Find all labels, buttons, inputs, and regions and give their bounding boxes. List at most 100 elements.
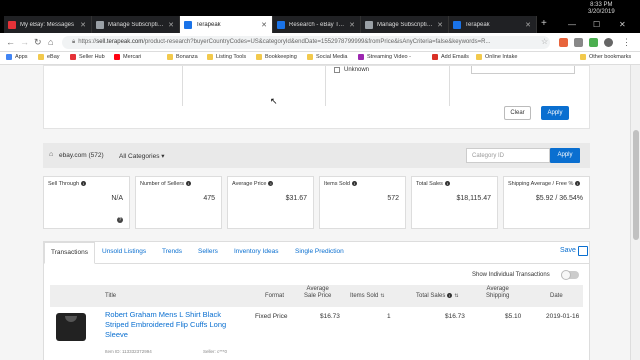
tab-sellers[interactable]: Sellers: [198, 248, 218, 255]
col-total-sales[interactable]: Total Sales i ⇅: [416, 293, 459, 300]
page-scrollbar[interactable]: [630, 65, 640, 360]
close-tab-icon[interactable]: ✕: [261, 21, 267, 29]
bookmark-label: Bonanza: [176, 54, 198, 60]
close-tab-icon[interactable]: ✕: [349, 21, 355, 29]
seller-hub-icon: [70, 54, 76, 60]
table-header: Title Format Average Sale Price Items So…: [50, 285, 583, 307]
address-bar[interactable]: 🔒︎ https://sell.terapeak.com/product-rese…: [62, 36, 550, 49]
apply-filters-button[interactable]: Apply: [541, 106, 569, 120]
col-items-sold[interactable]: Items Sold ⇅: [350, 293, 385, 300]
reload-icon[interactable]: ↻: [34, 37, 42, 48]
dropdown-select[interactable]: [471, 66, 575, 74]
info-icon[interactable]: i: [447, 293, 453, 298]
clear-button[interactable]: Clear: [504, 106, 531, 120]
browser-tab[interactable]: Research - eBay Top Se ✕: [273, 16, 361, 33]
bookmark-bookkeeping[interactable]: Bookkeeping: [256, 54, 297, 60]
url-scheme: https://: [78, 39, 97, 45]
bookmark-star-icon[interactable]: ☆: [541, 37, 548, 46]
stat-sell-through: Sell Through i N/A ?: [43, 176, 130, 229]
close-tab-icon[interactable]: ✕: [80, 21, 86, 29]
save-button[interactable]: Save: [560, 247, 576, 254]
scrollbar-thumb[interactable]: [633, 130, 639, 240]
col-format[interactable]: Format: [265, 293, 284, 300]
category-dropdown[interactable]: All Categories ▾: [119, 152, 165, 160]
tab-inventory-ideas[interactable]: Inventory Ideas: [234, 248, 278, 255]
checkbox-box[interactable]: [334, 67, 340, 73]
bookmark-label: Mercari: [123, 54, 142, 60]
profile-avatar-icon[interactable]: [604, 38, 613, 47]
show-individual-toggle[interactable]: [561, 270, 579, 280]
browser-tab[interactable]: Manage Subscriptions ✕: [361, 16, 449, 33]
info-icon[interactable]: i: [81, 181, 87, 187]
info-icon[interactable]: i: [351, 181, 357, 187]
info-icon[interactable]: i: [268, 181, 274, 187]
cell-format: Fixed Price: [255, 313, 288, 320]
page-favicon-icon: [365, 20, 373, 29]
menu-kebab-icon[interactable]: ⋮: [622, 37, 631, 48]
browser-tab[interactable]: My eBay: Messages ✕: [4, 16, 92, 33]
category-id-input[interactable]: Category ID: [466, 148, 550, 163]
maximize-icon[interactable]: ☐: [593, 20, 600, 29]
result-count: (572): [88, 152, 104, 159]
bookmark-label: Online Intake: [485, 54, 518, 60]
bookmark-apps[interactable]: Apps: [6, 54, 28, 60]
bookmark-other[interactable]: Other bookmarks: [580, 54, 631, 60]
toggle-knob: [561, 270, 571, 280]
item-title-link[interactable]: Robert Graham Mens L Shirt Black Striped…: [105, 310, 230, 340]
table-row: Robert Graham Mens L Shirt Black Striped…: [50, 308, 583, 356]
browser-tab[interactable]: Terapeak ✕: [449, 16, 537, 33]
terapeak-favicon-icon: [184, 20, 192, 29]
forward-arrow-icon[interactable]: →: [20, 37, 29, 47]
bookmark-streaming-video[interactable]: Streaming Video -: [358, 54, 411, 60]
back-arrow-icon[interactable]: ←: [6, 37, 15, 47]
info-icon[interactable]: i: [186, 181, 192, 187]
home-icon: ⌂: [49, 151, 54, 158]
extension-icon[interactable]: [589, 38, 598, 47]
tab-trends[interactable]: Trends: [162, 248, 182, 255]
bookmark-social-media[interactable]: Social Media: [307, 54, 348, 60]
close-tab-icon[interactable]: ✕: [437, 21, 443, 29]
bookmark-online-intake[interactable]: Online Intake: [476, 54, 517, 60]
apply-category-button[interactable]: Apply: [550, 148, 580, 163]
home-icon[interactable]: ⌂: [48, 37, 53, 47]
col-avg-shipping[interactable]: Average Shipping: [486, 286, 509, 300]
stat-value: N/A: [111, 195, 123, 202]
save-disk-icon[interactable]: [578, 246, 588, 256]
folder-icon: [307, 54, 313, 60]
sort-arrow-icon: ⇅: [380, 293, 385, 299]
minimize-icon[interactable]: —: [568, 20, 576, 29]
checkbox-label: Unknown: [344, 67, 370, 73]
bookmark-ebay[interactable]: eBay: [38, 54, 60, 60]
bookmark-listing-tools[interactable]: Listing Tools: [207, 54, 246, 60]
close-window-icon[interactable]: ✕: [619, 20, 626, 29]
bookmark-add-emails[interactable]: Add Emails: [432, 54, 469, 60]
show-individual-label: Show Individual Transactions: [472, 272, 550, 278]
close-tab-icon[interactable]: ✕: [525, 21, 531, 29]
divider: [325, 66, 326, 106]
browser-tab[interactable]: Manage Subscriptions ✕: [92, 16, 180, 33]
tab-transactions[interactable]: Transactions: [44, 242, 95, 264]
folder-icon: [38, 54, 44, 60]
url-host: sell.terapeak.com: [96, 39, 144, 45]
bookmark-mercari[interactable]: Mercari: [114, 54, 141, 60]
col-avg-sale-price[interactable]: Average Sale Price: [304, 286, 331, 300]
help-question-icon[interactable]: ?: [117, 217, 123, 223]
col-date[interactable]: Date: [550, 293, 563, 300]
product-thumbnail[interactable]: [56, 313, 86, 341]
extension-icon[interactable]: [574, 38, 583, 47]
new-tab-plus-icon[interactable]: +: [541, 18, 547, 29]
info-icon[interactable]: i: [575, 181, 581, 187]
tab-unsold-listings[interactable]: Unsold Listings: [102, 248, 146, 255]
info-icon[interactable]: i: [444, 181, 450, 187]
extension-icon[interactable]: [559, 38, 568, 47]
bookmark-bonanza[interactable]: Bonanza: [167, 54, 198, 60]
col-title[interactable]: Title: [105, 293, 116, 300]
caret-down-icon: ▾: [161, 153, 165, 160]
unknown-checkbox[interactable]: Unknown: [334, 67, 369, 73]
folder-icon: [256, 54, 262, 60]
bookmark-seller-hub[interactable]: Seller Hub: [70, 54, 105, 60]
tab-single-prediction[interactable]: Single Prediction: [295, 248, 344, 255]
browser-tab-active[interactable]: Terapeak ✕: [180, 16, 273, 33]
close-tab-icon[interactable]: ✕: [168, 21, 174, 29]
cell-avg-sale-price: $16.73: [320, 313, 340, 320]
